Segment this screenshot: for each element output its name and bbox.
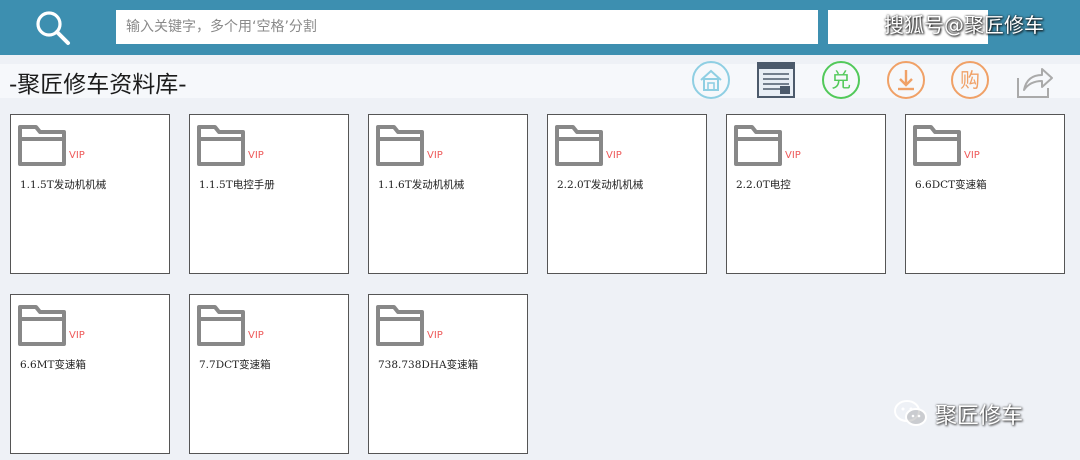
wechat-watermark-text: 聚匠修车 <box>935 404 1024 429</box>
buy-button[interactable]: 购 <box>950 60 990 100</box>
wechat-icon <box>894 400 927 426</box>
folder-label: 738.738DHA变速箱 <box>378 359 479 371</box>
home-button[interactable] <box>691 60 731 100</box>
vip-badge: VIP <box>69 150 85 161</box>
folder-card[interactable]: VIP 2.2.0T发动机机械 <box>547 114 707 274</box>
folder-card[interactable]: VIP 7.7DCT变速箱 <box>189 294 349 454</box>
folder-label: 1.1.6T发动机机械 <box>378 179 465 191</box>
folder-label: 6.6DCT变速箱 <box>915 179 987 191</box>
svg-text:购: 购 <box>960 68 980 92</box>
download-button[interactable] <box>886 60 926 100</box>
folder-card[interactable]: VIP 1.1.6T发动机机械 <box>368 114 528 274</box>
folder-icon <box>197 125 245 166</box>
exchange-button[interactable]: 兑 <box>821 60 861 100</box>
home-icon <box>692 61 730 99</box>
search-button[interactable] <box>28 6 78 50</box>
folder-label: 7.7DCT变速箱 <box>199 359 271 371</box>
folder-icon <box>376 125 424 166</box>
folder-label: 2.2.0T电控 <box>736 179 791 191</box>
list-window-button[interactable] <box>756 60 796 100</box>
vip-badge: VIP <box>69 330 85 341</box>
vip-badge: VIP <box>427 330 443 341</box>
folder-card[interactable]: VIP 1.1.5T电控手册 <box>189 114 349 274</box>
buy-icon: 购 <box>951 61 989 99</box>
download-icon <box>887 61 925 99</box>
exchange-icon: 兑 <box>822 61 860 99</box>
share-icon <box>1017 68 1053 98</box>
vip-badge: VIP <box>785 150 801 161</box>
folder-label: 2.2.0T发动机机械 <box>557 179 644 191</box>
top-bar: 搜狐号@聚匠修车 <box>0 0 1080 55</box>
folder-icon <box>18 305 66 346</box>
folder-icon <box>197 305 245 346</box>
folder-card[interactable]: VIP 2.2.0T电控 <box>726 114 886 274</box>
list-window-icon <box>757 62 795 98</box>
page-title: -聚匠修车资料库- <box>9 72 187 98</box>
title-row: -聚匠修车资料库- 兑 购 <box>0 55 1080 105</box>
folder-label: 6.6MT变速箱 <box>20 359 86 371</box>
folder-icon <box>555 125 603 166</box>
folder-card[interactable]: VIP 1.1.5T发动机机械 <box>10 114 170 274</box>
folder-label: 1.1.5T发动机机械 <box>20 179 107 191</box>
search-input[interactable] <box>116 10 818 44</box>
folder-icon <box>376 305 424 346</box>
search-icon <box>36 11 70 45</box>
folder-card[interactable]: VIP 738.738DHA变速箱 <box>368 294 528 454</box>
sohu-watermark: 搜狐号@聚匠修车 <box>884 13 1044 37</box>
folder-icon <box>18 125 66 166</box>
vip-badge: VIP <box>248 150 264 161</box>
share-button[interactable] <box>1014 60 1054 100</box>
vip-badge: VIP <box>964 150 980 161</box>
vip-badge: VIP <box>248 330 264 341</box>
vip-badge: VIP <box>606 150 622 161</box>
folder-icon <box>913 125 961 166</box>
folder-label: 1.1.5T电控手册 <box>199 179 275 191</box>
folder-card[interactable]: VIP 6.6DCT变速箱 <box>905 114 1065 274</box>
svg-text:兑: 兑 <box>831 68 851 92</box>
folder-icon <box>734 125 782 166</box>
vip-badge: VIP <box>427 150 443 161</box>
wechat-watermark: 聚匠修车 <box>893 398 1023 430</box>
folder-card[interactable]: VIP 6.6MT变速箱 <box>10 294 170 454</box>
